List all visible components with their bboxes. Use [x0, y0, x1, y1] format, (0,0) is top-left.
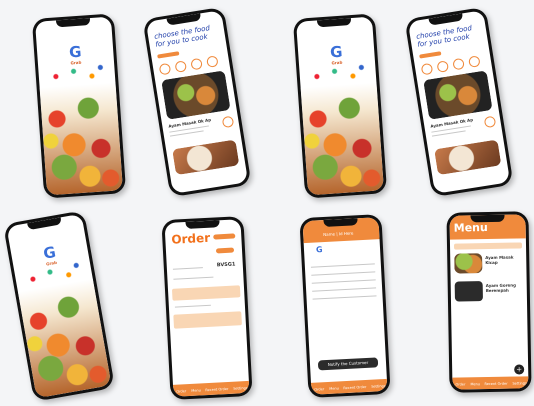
menu-search[interactable] [453, 242, 523, 250]
receipt-line-2 [311, 271, 376, 276]
notify-customer-button[interactable]: Notify the Customer [317, 357, 379, 371]
phone-splash-1: G Grab [31, 13, 127, 199]
menu-title: Menu [453, 221, 488, 235]
receipt-line-3 [311, 279, 376, 284]
status-pill[interactable] [213, 233, 236, 240]
order-line-2 [173, 276, 214, 280]
tab-recent-order[interactable]: Recent Order [484, 382, 507, 386]
phone-splash-2: G Grab [292, 13, 388, 199]
receipt-line-1 [310, 263, 375, 268]
vegetables-image [39, 82, 123, 196]
menu-item-name-2: Ayam Goreng Berempah [485, 282, 517, 294]
order-title: Order [171, 230, 211, 247]
tab-recent-order[interactable]: Recent Order [205, 387, 228, 392]
tab-settings[interactable]: Settings [371, 384, 386, 389]
phone-menu: Menu Ayam Masak Kicap Ayam Goreng Beremp… [446, 211, 532, 393]
dish-image-1[interactable] [161, 70, 231, 120]
menu-item-image-2[interactable] [454, 281, 483, 302]
vegetables-image [17, 278, 112, 399]
logo-mark-icon: G [315, 245, 323, 255]
phone-choose-food-2: choose the food for you to cook Ayam Mas… [404, 6, 514, 198]
dish-image-2[interactable] [172, 139, 240, 176]
add-dish-button[interactable] [483, 115, 497, 129]
add-menu-item-button[interactable]: + [514, 364, 525, 375]
category-icon-1[interactable] [420, 62, 434, 76]
category-icon-3[interactable] [190, 57, 203, 71]
menu-item-image-1[interactable] [454, 253, 483, 274]
category-icon-3[interactable] [452, 57, 465, 71]
tab-order[interactable]: Order [455, 382, 465, 386]
filter-pill[interactable] [215, 247, 235, 254]
tab-recent-order[interactable]: Recent Order [343, 385, 366, 390]
app-logo: G Grab [41, 242, 58, 267]
add-dish-button[interactable] [221, 115, 235, 129]
logo-mark-icon: G [329, 42, 344, 62]
tab-settings[interactable]: Settings [233, 386, 248, 391]
dish-image-1[interactable] [423, 70, 493, 120]
order-card-2[interactable] [173, 311, 242, 329]
category-icon-2[interactable] [436, 60, 450, 73]
tab-order[interactable]: Order [176, 389, 186, 394]
category-icon-4[interactable] [468, 55, 481, 68]
receipt-logo: G [315, 245, 323, 255]
dish-image-2[interactable] [434, 139, 502, 176]
phone-choose-food-1: choose the food for you to cook Ayam Mas… [142, 6, 252, 198]
tab-menu[interactable]: Menu [191, 388, 201, 392]
order-line-3 [174, 304, 211, 308]
tab-menu[interactable]: Menu [329, 386, 339, 390]
order-card-1[interactable] [171, 285, 241, 301]
category-icon-4[interactable] [206, 55, 219, 68]
app-logo: G Grab [329, 42, 344, 66]
phone-receipt: Name | Id Here G Notify the Customer Ord… [299, 213, 391, 399]
choose-heading: choose the food for you to cook [415, 24, 473, 49]
receipt-line-5 [312, 295, 377, 300]
choose-heading: choose the food for you to cook [153, 24, 211, 49]
vegetables-image [300, 82, 384, 196]
logo-mark-icon: G [68, 42, 83, 62]
bottom-tab-bar: Order Menu Recent Order Settings [310, 378, 388, 395]
phone-splash-3: G Grab [2, 210, 116, 402]
category-icon-2[interactable] [174, 60, 188, 73]
menu-item-name-1: Ayam Masak Kicap [485, 254, 514, 266]
category-icon-1[interactable] [158, 62, 172, 76]
order-line-1 [172, 267, 203, 270]
bottom-tab-bar: Order Menu Recent Order Settings [452, 376, 529, 390]
tab-menu[interactable]: Menu [470, 382, 480, 386]
tab-settings[interactable]: Settings [512, 381, 526, 385]
category-pill[interactable] [419, 51, 442, 59]
vehicle-code: BVSG1 [216, 261, 236, 269]
bottom-tab-bar: Order Menu Recent Order Settings [172, 380, 250, 397]
phone-order: Order BVSG1 Order Menu Recent Order Sett… [161, 215, 253, 401]
category-pill[interactable] [157, 51, 180, 59]
app-logo: G Grab [68, 42, 83, 66]
tab-order[interactable]: Order [314, 387, 324, 392]
receipt-line-4 [312, 287, 377, 292]
